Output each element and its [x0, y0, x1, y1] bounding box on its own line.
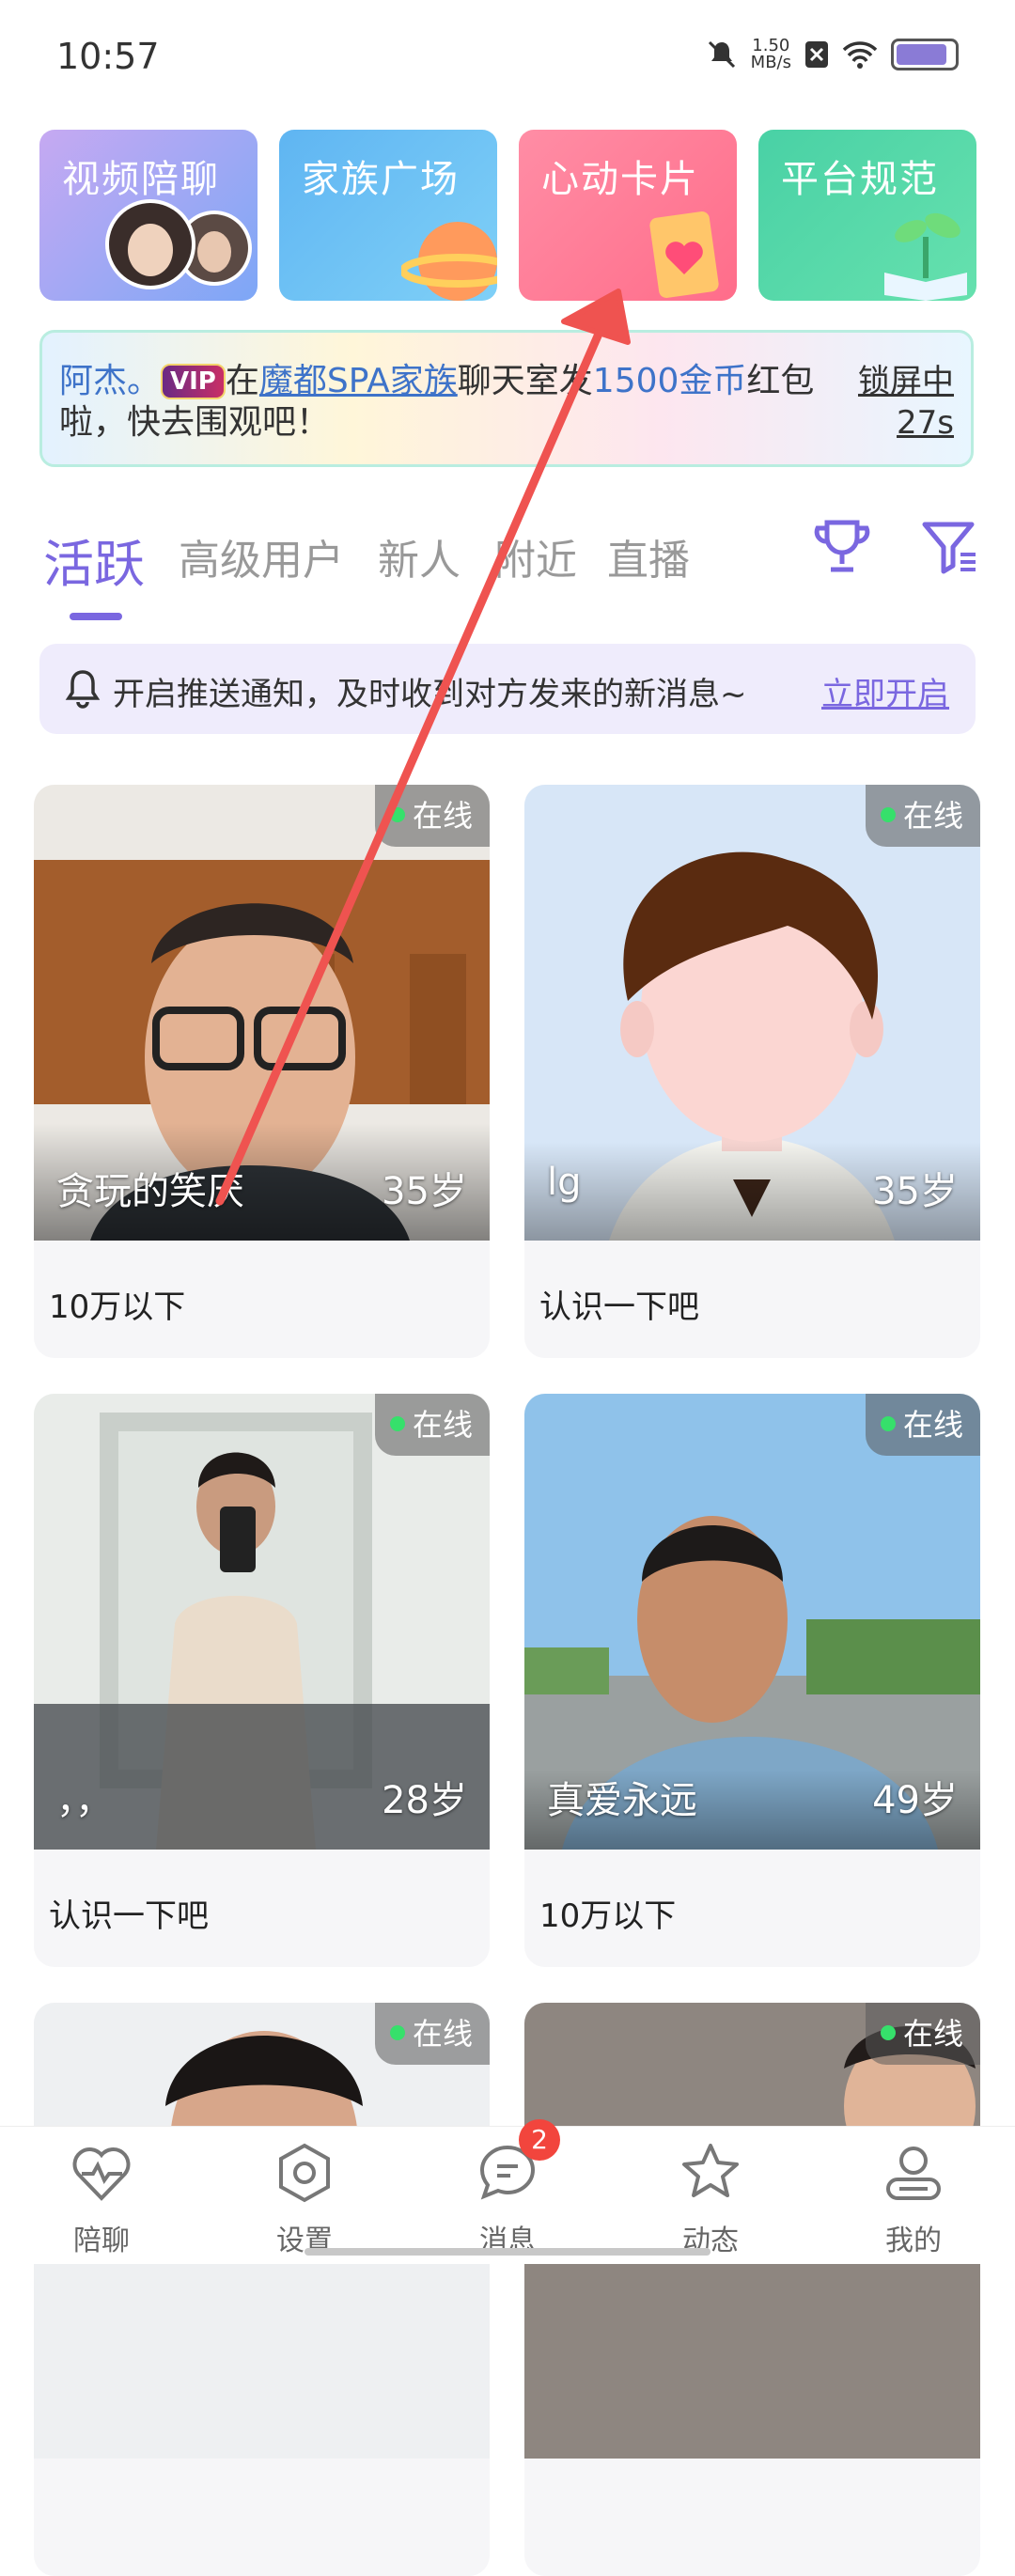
user-age: 28岁	[382, 1779, 467, 1822]
profile-icon	[886, 2147, 941, 2200]
bottom-nav: 陪聊 设置 2 消息 动态 我的	[0, 2119, 1015, 2264]
notice-text: 开启推送通知，及时收到对方发来的新消息~	[113, 676, 747, 713]
user-age: 35岁	[872, 1170, 958, 1213]
trophy-icon[interactable]	[810, 515, 874, 579]
unread-badge: 2	[519, 2119, 560, 2161]
user-card[interactable]: 在线 ，， 28岁 认识一下吧	[34, 1394, 490, 1967]
tab-indicator	[70, 613, 122, 620]
online-badge: 在线	[374, 1394, 490, 1456]
enable-push-link[interactable]: 立即开启	[821, 668, 949, 714]
battery-icon	[891, 39, 959, 70]
tab-nearby[interactable]: 附近	[494, 526, 577, 586]
vip-badge: VIP	[161, 364, 226, 399]
announcement-banner[interactable]: 阿杰。 VIP 在魔都SPA家族聊天室发1500金币红包啦，快去围观吧！ 锁屏中 27…	[39, 330, 974, 467]
user-card[interactable]: 在线	[34, 2003, 490, 2576]
filter-icon[interactable]	[919, 517, 979, 577]
bell-icon	[65, 670, 101, 709]
push-notice: 开启推送通知，及时收到对方发来的新消息~ 立即开启	[39, 644, 976, 734]
heart-pulse-icon	[72, 2147, 131, 2201]
online-badge: 在线	[865, 2003, 980, 2065]
gear-icon	[279, 2143, 330, 2203]
sim-off-icon	[805, 41, 828, 68]
mute-icon	[708, 40, 735, 69]
card-heart-cards[interactable]: 心动卡片	[519, 130, 737, 301]
user-bio: 认识一下吧	[49, 1897, 209, 1935]
user-name: 真爱永远	[547, 1779, 697, 1822]
card-title: 视频陪聊	[62, 158, 220, 201]
planet-icon	[401, 222, 497, 301]
avatar-pair	[105, 199, 252, 289]
card-platform-rules[interactable]: 平台规范	[758, 130, 976, 301]
user-card[interactable]: 在线	[524, 2003, 980, 2576]
banner-coins: 1500金币	[592, 362, 747, 400]
sprout-book-icon	[884, 212, 967, 301]
tab-premium-users[interactable]: 高级用户	[179, 526, 344, 586]
user-bio: 10万以下	[49, 1288, 186, 1326]
online-badge: 在线	[865, 1394, 980, 1456]
user-bio: 认识一下吧	[539, 1288, 699, 1326]
banner-user[interactable]: 阿杰。	[59, 362, 161, 400]
user-name: ，，	[56, 1779, 113, 1822]
card-title: 平台规范	[781, 158, 939, 201]
user-name: lg	[547, 1161, 582, 1204]
clock: 10:57	[56, 36, 160, 77]
card-title: 心动卡片	[541, 158, 699, 201]
card-family-square[interactable]: 家族广场	[279, 130, 497, 301]
tab-active[interactable]: 活跃	[43, 523, 145, 597]
user-name: 贪玩的笑厌	[56, 1170, 244, 1213]
user-bio: 10万以下	[539, 1897, 677, 1935]
net-speed: 1.50 MB/s	[750, 36, 791, 72]
user-age: 49岁	[872, 1779, 958, 1822]
star-icon	[682, 2144, 739, 2197]
online-badge: 在线	[865, 785, 980, 847]
heart-card-icon	[649, 211, 719, 298]
user-card[interactable]: 在线 lg 35岁 认识一下吧	[524, 785, 980, 1358]
user-card[interactable]: 在线 贪玩的笑厌 35岁 10万以下	[34, 785, 490, 1358]
tab-live[interactable]: 直播	[607, 526, 690, 586]
banner-family-link[interactable]: 魔都SPA家族	[259, 362, 458, 400]
user-card[interactable]: 在线 真爱永远 49岁 10万以下	[524, 1394, 980, 1967]
user-age: 35岁	[382, 1170, 467, 1213]
home-indicator[interactable]	[304, 2248, 710, 2256]
tab-new-users[interactable]: 新人	[378, 526, 461, 586]
online-badge: 在线	[374, 2003, 490, 2065]
wifi-icon	[842, 41, 878, 69]
online-badge: 在线	[374, 785, 490, 847]
banner-message: 阿杰。 VIP 在魔都SPA家族聊天室发1500金币红包啦，快去围观吧！	[59, 362, 815, 442]
card-title: 家族广场	[302, 158, 460, 201]
status-bar: 10:57 1.50 MB/s	[0, 0, 1015, 113]
status-icons: 1.50 MB/s	[706, 38, 959, 71]
card-video-chat[interactable]: 视频陪聊	[39, 130, 258, 301]
lock-countdown: 锁屏中 27s	[858, 363, 954, 442]
